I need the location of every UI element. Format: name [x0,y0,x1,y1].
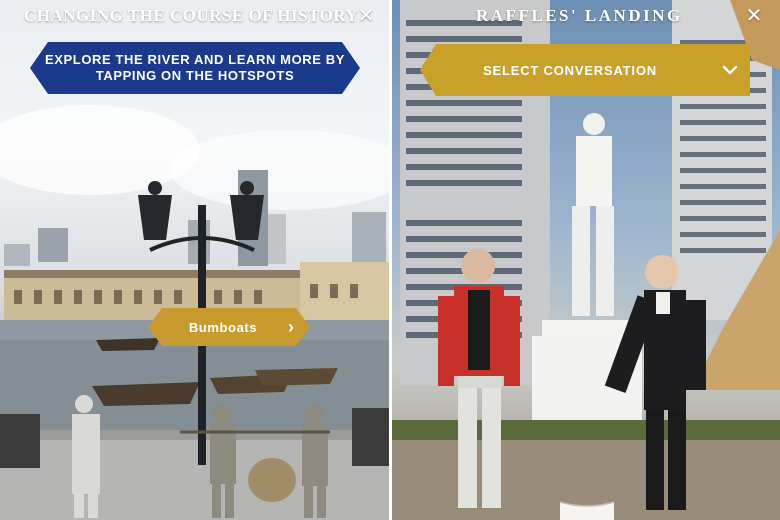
instruction-text: EXPLORE THE RIVER AND LEARN MORE BY TAPP… [44,52,346,83]
select-conversation-label: SELECT CONVERSATION [483,62,657,78]
panel-title: CHANGING THE COURSE OF HISTORY [24,6,359,25]
river-view-panel: CHANGING THE COURSE OF HISTORY ✕ EXPLORE… [0,0,389,520]
panel-title: RAFFLES' LANDING [476,6,683,25]
tab-handle-icon[interactable] [558,498,616,520]
close-icon[interactable]: ✕ [356,6,376,26]
close-icon[interactable]: ✕ [744,6,764,26]
chevron-down-icon [722,65,738,75]
raffles-landing-panel: RAFFLES' LANDING ✕ SELECT CONVERSATION [392,0,780,520]
select-conversation-dropdown[interactable]: SELECT CONVERSATION [420,44,750,96]
instruction-banner: EXPLORE THE RIVER AND LEARN MORE BY TAPP… [30,42,360,94]
bumboats-hotspot-button[interactable]: Bumboats › [148,308,310,346]
hotspot-label: Bumboats [188,319,258,335]
chevron-right-icon: › [288,317,294,337]
